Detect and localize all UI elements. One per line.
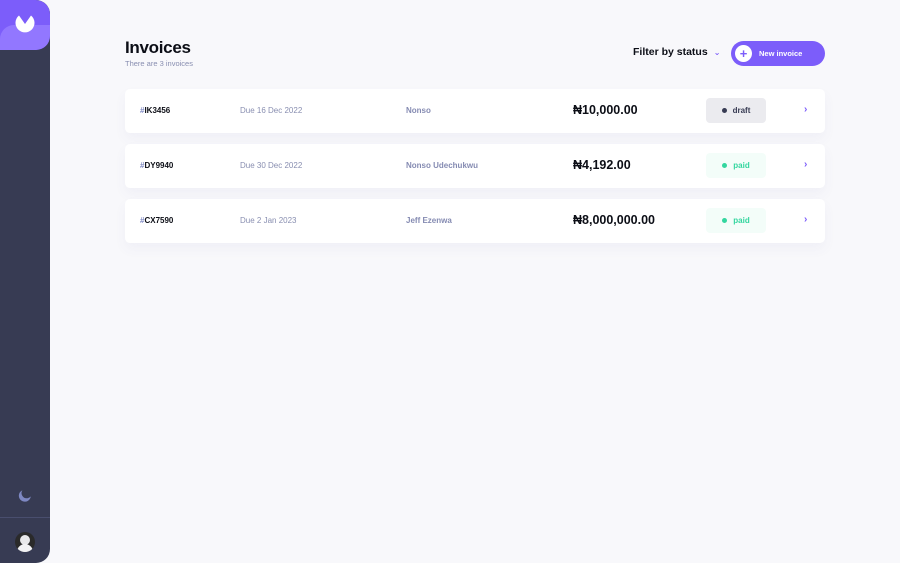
- invoice-client: Jeff Ezenwa: [406, 216, 452, 225]
- avatar-body: [17, 544, 33, 552]
- new-invoice-label: New invoice: [759, 49, 803, 58]
- status-label: draft: [732, 106, 751, 115]
- chevron-right-icon[interactable]: ›: [804, 104, 807, 115]
- page-header: Invoices There are 3 invoices Filter by …: [125, 38, 825, 70]
- invoice-amount: ₦4,192.00: [573, 158, 631, 172]
- invoice-id: #IK3456: [140, 106, 171, 115]
- sidebar: [0, 0, 50, 563]
- invoice-amount: ₦8,000,000.00: [573, 213, 656, 227]
- invoice-row[interactable]: #DY9940 Due 30 Dec 2022 Nonso Udechukwu …: [125, 144, 825, 188]
- invoice-amount: ₦10,000.00: [573, 103, 638, 117]
- logo[interactable]: [0, 0, 50, 50]
- invoice-id: #CX7590: [140, 216, 174, 225]
- page-title: Invoices: [125, 38, 191, 57]
- chevron-down-icon: ⌄: [713, 47, 721, 57]
- invoice-row[interactable]: #CX7590 Due 2 Jan 2023 Jeff Ezenwa ₦8,00…: [125, 199, 825, 243]
- filter-label: Filter by status: [633, 46, 708, 58]
- status-badge: paid: [706, 208, 766, 233]
- moon-icon[interactable]: [18, 489, 32, 503]
- status-badge: paid: [706, 153, 766, 178]
- new-invoice-button[interactable]: + New invoice: [731, 41, 825, 66]
- status-badge: draft: [706, 98, 766, 123]
- invoice-id: #DY9940: [140, 161, 174, 170]
- logo-icon: [15, 15, 35, 33]
- invoice-due-date: Due 30 Dec 2022: [240, 161, 303, 170]
- status-dot: [722, 163, 728, 168]
- invoice-due-date: Due 16 Dec 2022: [240, 106, 303, 115]
- invoice-count: There are 3 invoices: [125, 59, 193, 68]
- sidebar-divider: [0, 517, 50, 518]
- status-dot: [721, 108, 727, 113]
- plus-icon: +: [735, 45, 752, 62]
- chevron-right-icon[interactable]: ›: [804, 159, 807, 170]
- invoice-row[interactable]: #IK3456 Due 16 Dec 2022 Nonso ₦10,000.00…: [125, 89, 825, 133]
- status-label: paid: [733, 216, 750, 225]
- invoice-client: Nonso: [406, 106, 431, 115]
- filter-by-status-button[interactable]: Filter by status ⌄: [633, 46, 720, 58]
- status-dot: [722, 218, 728, 223]
- avatar[interactable]: [15, 532, 35, 552]
- invoice-client: Nonso Udechukwu: [406, 161, 479, 170]
- chevron-right-icon[interactable]: ›: [804, 214, 807, 225]
- invoice-due-date: Due 2 Jan 2023: [240, 216, 297, 225]
- status-label: paid: [733, 161, 750, 170]
